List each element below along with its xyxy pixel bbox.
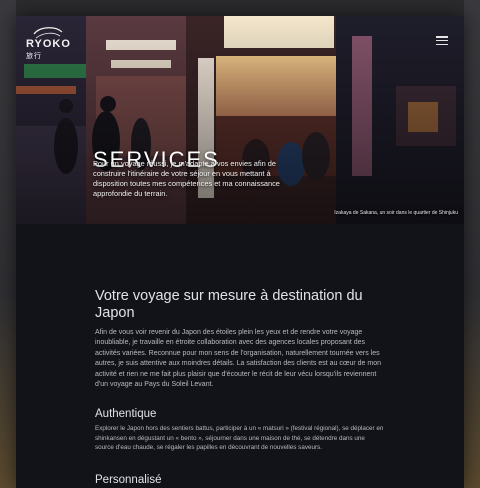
section-text-authentique: Explorer le Japon hors des sentiers batt… xyxy=(95,425,384,451)
menu-line xyxy=(436,36,448,38)
page: RYOKO 旅行 SERVICES Pour un voyage réussi,… xyxy=(16,16,464,488)
hamburger-menu-icon[interactable] xyxy=(436,36,448,45)
section-title-authentique: Authentique xyxy=(95,408,157,420)
section-personnalise: Personnalisé xyxy=(95,474,385,486)
menu-line xyxy=(436,39,448,42)
logo-tagline: 旅行 xyxy=(26,53,42,60)
section-title-personnalise: Personnalisé xyxy=(95,474,162,486)
main-text: Afin de vous voir revenir du Japon des é… xyxy=(95,329,381,389)
main-section: Votre voyage sur mesure à destination du… xyxy=(95,288,385,390)
section-authentique: Authentique Explorer le Japon hors des s… xyxy=(95,408,385,453)
logo-text[interactable]: RYOKO xyxy=(26,38,71,50)
main-title: Votre voyage sur mesure à destination du… xyxy=(95,288,363,321)
hero-banner: RYOKO 旅行 SERVICES Pour un voyage réussi,… xyxy=(16,16,464,224)
backdrop-left xyxy=(0,0,16,488)
hero-caption: Izakaya de Sakana, un soir dans le quart… xyxy=(334,210,458,216)
backdrop-right xyxy=(464,0,480,488)
hero-text: Pour un voyage réussi, je m'adapte à vos… xyxy=(93,159,280,198)
menu-line xyxy=(436,43,448,45)
